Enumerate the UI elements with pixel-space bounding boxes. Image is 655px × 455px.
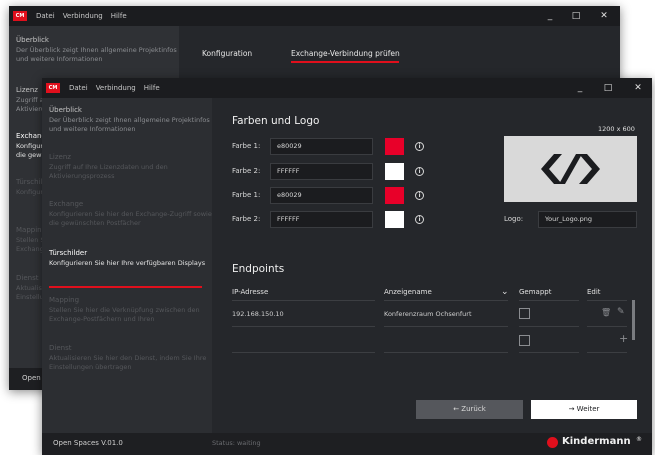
- info-icon[interactable]: i: [415, 142, 424, 151]
- color-1-input[interactable]: e80029: [270, 138, 373, 155]
- sidebar-item-ueberblick[interactable]: Überblick Der Überblick zeigt Ihnen allg…: [9, 36, 179, 64]
- logo-file-input[interactable]: Your_Logo.png: [538, 211, 637, 228]
- color-label: Farbe 1:: [232, 191, 261, 199]
- active-tab-indicator: [291, 61, 399, 63]
- header-ip[interactable]: IP-Adresse: [232, 288, 268, 296]
- menu-verbindung[interactable]: Verbindung: [63, 12, 103, 20]
- info-icon[interactable]: i: [415, 215, 424, 224]
- row-divider: [587, 352, 627, 353]
- maximize-button[interactable]: □: [562, 6, 590, 26]
- row-divider: [384, 326, 508, 327]
- color-1-swatch[interactable]: [385, 138, 404, 155]
- trash-icon[interactable]: 🗑: [601, 308, 611, 317]
- close-button[interactable]: ✕: [624, 78, 652, 98]
- sidebar: Überblick Der Überblick zeigt Ihnen allg…: [42, 98, 212, 455]
- minimize-button[interactable]: _: [566, 78, 594, 98]
- color-2-swatch[interactable]: [385, 163, 404, 180]
- title-bar: CM Datei Verbindung Hilfe _ □ ✕: [9, 6, 620, 26]
- footer: Open Spaces V.01.0 Status: waiting Kinde…: [42, 433, 652, 455]
- title-bar: CM Datei Verbindung Hilfe _ □ ✕: [42, 78, 652, 98]
- colors-section-title: Farben und Logo: [232, 115, 320, 127]
- sidebar-item-dienst[interactable]: Dienst Aktualisieren Sie hier den Dienst…: [42, 344, 212, 372]
- brand-registered-mark: ®: [636, 436, 642, 443]
- menu-verbindung[interactable]: Verbindung: [96, 84, 136, 92]
- logo-dimensions: 1200 x 600: [598, 125, 635, 133]
- add-icon[interactable]: +: [619, 332, 628, 345]
- chevron-down-icon[interactable]: ⌄: [501, 287, 509, 297]
- row-divider: [384, 352, 508, 353]
- header-edit[interactable]: Edit: [587, 288, 601, 296]
- minimize-button[interactable]: _: [536, 6, 564, 26]
- maximize-button[interactable]: □: [594, 78, 622, 98]
- color-4-swatch[interactable]: [385, 211, 404, 228]
- tab-exchange-pruefen[interactable]: Exchange-Verbindung prüfen: [291, 49, 400, 58]
- menu-datei[interactable]: Datei: [69, 84, 88, 92]
- mapped-checkbox[interactable]: [519, 335, 530, 346]
- sidebar-item-lizenz[interactable]: Lizenz Zugriff auf Ihre Lizenzdaten und …: [42, 153, 212, 181]
- header-divider: [384, 300, 508, 301]
- header-gemappt[interactable]: Gemappt: [519, 288, 551, 296]
- active-item-indicator: [49, 286, 202, 288]
- color-4-input[interactable]: FFFFFF: [270, 211, 373, 228]
- menu-bar: Datei Verbindung Hilfe: [36, 6, 127, 26]
- tab-konfiguration[interactable]: Konfiguration: [202, 49, 252, 58]
- brand-name: Kindermann: [562, 436, 631, 447]
- info-icon[interactable]: i: [415, 167, 424, 176]
- menu-datei[interactable]: Datei: [36, 12, 55, 20]
- menu-hilfe[interactable]: Hilfe: [111, 12, 127, 20]
- table-scrollbar[interactable]: [632, 300, 635, 340]
- next-button[interactable]: → Weiter: [531, 400, 637, 419]
- row-divider: [232, 352, 375, 353]
- color-label: Farbe 2:: [232, 167, 261, 175]
- menu-bar: Datei Verbindung Hilfe: [69, 78, 160, 98]
- app-logo-icon: CM: [46, 83, 60, 93]
- row-ip: 192.168.150.10: [232, 310, 284, 318]
- header-divider: [587, 300, 627, 301]
- sidebar-item-tuerschilder[interactable]: Türschilder Konfigurieren Sie hier Ihre …: [42, 249, 212, 268]
- sidebar-item-mapping[interactable]: Mapping Stellen Sie hier die Verknüpfung…: [42, 296, 212, 324]
- row-divider: [587, 326, 627, 327]
- close-button[interactable]: ✕: [590, 6, 618, 26]
- row-divider: [232, 326, 375, 327]
- menu-hilfe[interactable]: Hilfe: [144, 84, 160, 92]
- color-label: Farbe 1:: [232, 142, 261, 150]
- row-divider: [519, 352, 579, 353]
- footer-app-name: Open Spaces V.01.0: [53, 439, 123, 447]
- code-logo-icon: [541, 154, 600, 184]
- endpoints-title: Endpoints: [232, 263, 285, 275]
- app-logo-icon: CM: [13, 11, 27, 21]
- row-name: Konferenzraum Ochsenfurt: [384, 310, 472, 318]
- logo-label: Logo:: [504, 215, 524, 223]
- info-icon[interactable]: i: [415, 191, 424, 200]
- footer-app-name: Open: [22, 374, 41, 382]
- sidebar-item-exchange[interactable]: Exchange Konfigurieren Sie hier den Exch…: [42, 200, 212, 228]
- status-text: Status: waiting: [212, 439, 261, 447]
- edit-icon[interactable]: ✎: [617, 307, 625, 317]
- main-window: CM Datei Verbindung Hilfe _ □ ✕ Überblic…: [42, 78, 652, 455]
- header-divider: [232, 300, 375, 301]
- row-divider: [519, 326, 579, 327]
- header-anzeigename[interactable]: Anzeigename: [384, 288, 432, 296]
- color-3-input[interactable]: e80029: [270, 187, 373, 204]
- sidebar-item-ueberblick[interactable]: Überblick Der Überblick zeigt Ihnen allg…: [42, 106, 212, 134]
- header-divider: [519, 300, 579, 301]
- logo-preview[interactable]: [504, 136, 637, 202]
- mapped-checkbox[interactable]: [519, 308, 530, 319]
- back-button[interactable]: ← Zurück: [416, 400, 523, 419]
- color-2-input[interactable]: FFFFFF: [270, 163, 373, 180]
- color-3-swatch[interactable]: [385, 187, 404, 204]
- color-label: Farbe 2:: [232, 215, 261, 223]
- brand-logo-icon: [547, 437, 558, 448]
